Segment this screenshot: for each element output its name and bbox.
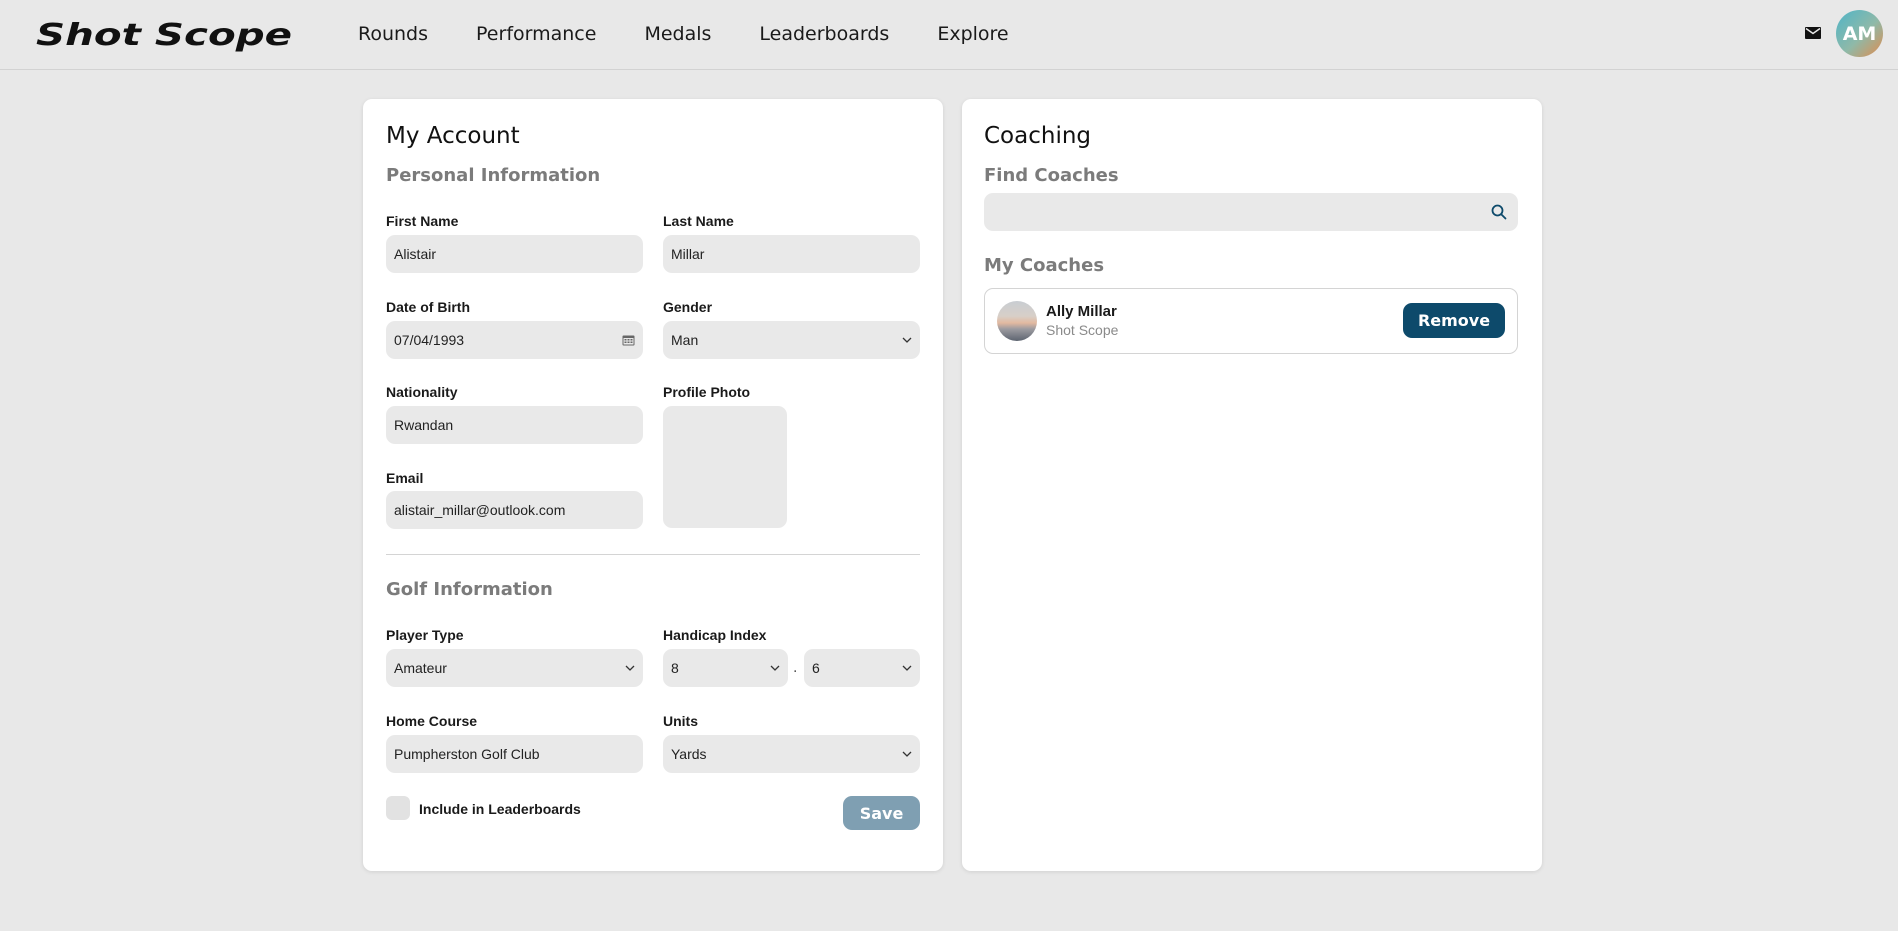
email-field[interactable]: alistair_millar@outlook.com — [386, 491, 643, 529]
home-course-value: Pumpherston Golf Club — [394, 746, 540, 762]
nationality-value: Rwandan — [394, 417, 454, 433]
gender-select[interactable]: Man — [663, 321, 920, 359]
save-button[interactable]: Save — [843, 796, 920, 830]
first-name-field[interactable]: Alistair — [386, 235, 643, 273]
date-of-birth-label: Date of Birth — [386, 299, 470, 315]
home-course-label: Home Course — [386, 713, 478, 729]
remove-coach-button[interactable]: Remove — [1403, 303, 1505, 338]
nationality-field[interactable]: Rwandan — [386, 406, 643, 444]
mail-icon[interactable] — [1804, 25, 1822, 41]
chevron-down-icon — [625, 665, 635, 671]
search-icon[interactable] — [1491, 204, 1507, 220]
find-coaches-search — [984, 193, 1518, 231]
handicap-decimal-value: 6 — [812, 660, 820, 676]
last-name-value: Millar — [671, 246, 705, 262]
gender-label: Gender — [663, 299, 713, 315]
player-type-value: Amateur — [394, 660, 447, 676]
handicap-decimal-select[interactable]: 6 — [804, 649, 920, 687]
my-account-card: My Account Personal Information First Na… — [363, 99, 943, 871]
handicap-decimal-separator: . — [793, 659, 798, 676]
coaching-card: Coaching Find Coaches My Coaches Ally Mi… — [962, 99, 1542, 871]
top-navigation-bar: Shot Scope Rounds Performance Medals Lea… — [0, 0, 1898, 70]
last-name-label: Last Name — [663, 213, 734, 229]
nav-item-rounds[interactable]: Rounds — [358, 23, 428, 45]
shot-scope-logo[interactable]: Shot Scope — [34, 14, 296, 54]
profile-photo-label: Profile Photo — [663, 384, 751, 400]
units-value: Yards — [671, 746, 707, 762]
chevron-down-icon — [902, 751, 912, 757]
gender-value: Man — [671, 332, 699, 348]
handicap-index-label: Handicap Index — [663, 627, 767, 643]
first-name-label: First Name — [386, 213, 459, 229]
coach-avatar — [997, 301, 1037, 341]
player-type-label: Player Type — [386, 627, 464, 643]
units-select[interactable]: Yards — [663, 735, 920, 773]
player-type-select[interactable]: Amateur — [386, 649, 643, 687]
coaching-title: Coaching — [984, 123, 1092, 149]
main-nav: Rounds Performance Medals Leaderboards E… — [358, 0, 1057, 68]
coach-search-input[interactable] — [984, 193, 1518, 231]
last-name-field[interactable]: Millar — [663, 235, 920, 273]
calendar-icon[interactable] — [622, 334, 635, 346]
nav-item-medals[interactable]: Medals — [644, 23, 711, 45]
my-coaches-heading: My Coaches — [984, 255, 1105, 276]
coach-club: Shot Scope — [1046, 322, 1119, 338]
user-avatar[interactable]: AM — [1836, 10, 1883, 57]
date-of-birth-value: 07/04/1993 — [394, 332, 465, 348]
nav-item-leaderboards[interactable]: Leaderboards — [759, 23, 889, 45]
chevron-down-icon — [770, 665, 780, 671]
handicap-whole-select[interactable]: 8 — [663, 649, 788, 687]
date-of-birth-field[interactable]: 07/04/1993 — [386, 321, 643, 359]
nav-item-performance[interactable]: Performance — [476, 23, 596, 45]
coach-name: Ally Millar — [1046, 303, 1117, 320]
email-label: Email — [386, 470, 424, 486]
home-course-field[interactable]: Pumpherston Golf Club — [386, 735, 643, 773]
find-coaches-heading: Find Coaches — [984, 165, 1119, 186]
nationality-label: Nationality — [386, 384, 458, 400]
profile-photo-upload[interactable] — [663, 406, 787, 528]
include-in-leaderboards-checkbox[interactable] — [386, 796, 410, 820]
svg-text:Shot Scope: Shot Scope — [36, 18, 292, 53]
first-name-value: Alistair — [394, 246, 437, 262]
section-divider — [386, 554, 920, 555]
include-in-leaderboards-label: Include in Leaderboards — [419, 801, 581, 817]
chevron-down-icon — [902, 665, 912, 671]
handicap-whole-value: 8 — [671, 660, 679, 676]
golf-information-heading: Golf Information — [386, 579, 553, 600]
coach-list-item: Ally Millar Shot Scope Remove — [984, 288, 1518, 354]
units-label: Units — [663, 713, 698, 729]
chevron-down-icon — [902, 337, 912, 343]
email-value: alistair_millar@outlook.com — [394, 502, 566, 518]
nav-item-explore[interactable]: Explore — [937, 23, 1008, 45]
account-title: My Account — [386, 123, 520, 149]
personal-information-heading: Personal Information — [386, 165, 601, 186]
